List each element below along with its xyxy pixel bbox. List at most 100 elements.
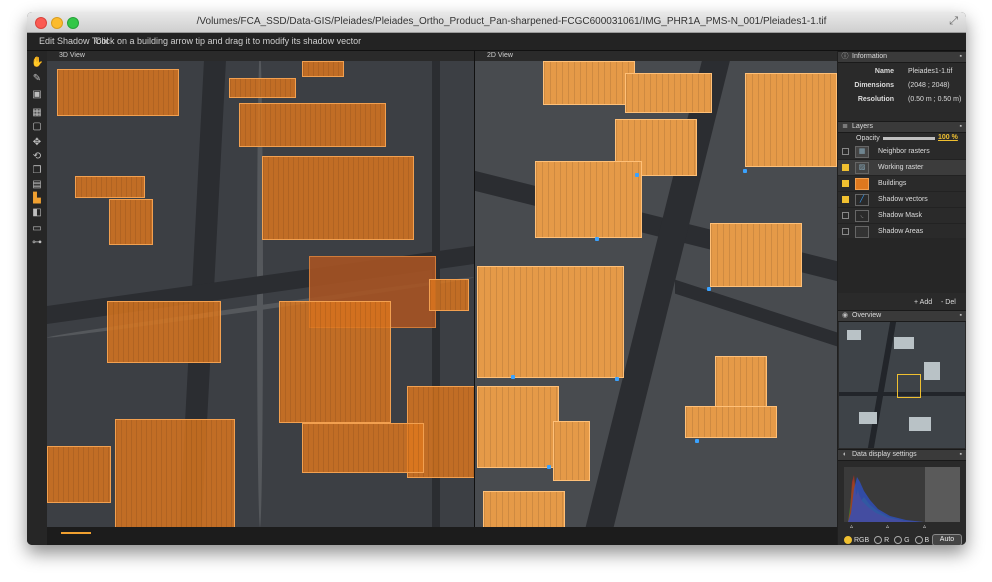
shadow-vector-tip[interactable] bbox=[595, 237, 599, 241]
building-icon bbox=[855, 178, 869, 190]
edit-shadow-tool-icon[interactable]: ▙ bbox=[31, 193, 43, 205]
close-window-button[interactable] bbox=[35, 17, 47, 29]
layers-icon[interactable]: ▤ bbox=[31, 179, 43, 191]
add-layer-button[interactable]: + Add bbox=[914, 299, 932, 306]
layer-checkbox[interactable] bbox=[842, 164, 849, 171]
layer-shadow-vectors[interactable]: ╱ Shadow vectors bbox=[838, 192, 966, 208]
building-overlay[interactable] bbox=[477, 266, 624, 378]
building-overlay[interactable] bbox=[262, 156, 414, 240]
building-overlay[interactable] bbox=[553, 421, 590, 481]
building-overlay[interactable] bbox=[107, 301, 221, 363]
building-overlay[interactable] bbox=[477, 386, 559, 468]
ruler-icon[interactable]: ▭ bbox=[31, 223, 43, 235]
2d-view-canvas[interactable]: 2D View bbox=[475, 51, 837, 527]
progress-indicator bbox=[61, 532, 91, 534]
radio-b[interactable] bbox=[914, 536, 923, 544]
layers-header[interactable]: ≣ Layers ▪ bbox=[838, 121, 966, 133]
building-overlay[interactable] bbox=[302, 61, 344, 77]
minimize-window-button[interactable] bbox=[51, 17, 63, 29]
channel-label: RGB bbox=[854, 536, 870, 544]
radio-r[interactable] bbox=[874, 536, 883, 544]
opacity-slider[interactable] bbox=[883, 137, 935, 140]
layer-name: Neighbor rasters bbox=[878, 148, 930, 155]
shadow-vector-tip[interactable] bbox=[695, 439, 699, 443]
building-overlay[interactable] bbox=[47, 446, 111, 503]
building-overlay[interactable] bbox=[625, 73, 712, 113]
building-overlay[interactable] bbox=[229, 78, 296, 98]
measure-icon[interactable]: ⊶ bbox=[31, 237, 43, 249]
move-icon[interactable]: ✥ bbox=[31, 137, 43, 149]
fullscreen-icon[interactable]: ⤢ bbox=[949, 15, 958, 28]
pen-icon[interactable]: ✎ bbox=[31, 73, 43, 85]
shadow-vector-tip[interactable] bbox=[743, 169, 747, 173]
rotate-icon[interactable]: ⟲ bbox=[31, 151, 43, 163]
black-point-handle[interactable]: ▵ bbox=[850, 523, 853, 530]
white-point-handle[interactable]: ▵ bbox=[923, 523, 926, 530]
building-overlay[interactable] bbox=[535, 161, 642, 238]
building-overlay[interactable] bbox=[429, 279, 469, 311]
overview-road bbox=[867, 322, 897, 448]
layer-checkbox[interactable] bbox=[842, 196, 849, 203]
layer-name: Shadow Areas bbox=[878, 228, 924, 235]
building-overlay[interactable] bbox=[745, 73, 837, 167]
overview-map[interactable] bbox=[839, 322, 965, 448]
road bbox=[675, 279, 837, 347]
hand-pan-icon[interactable]: ✋ bbox=[31, 57, 43, 69]
shadow-vector-tip[interactable] bbox=[511, 375, 515, 379]
building-overlay[interactable] bbox=[543, 61, 635, 105]
shadow-vector-tip[interactable] bbox=[635, 173, 639, 177]
building-overlay[interactable] bbox=[483, 491, 565, 527]
building-overlay[interactable] bbox=[115, 419, 235, 527]
grid-select-icon[interactable]: ▦ bbox=[31, 107, 43, 119]
histogram[interactable] bbox=[844, 467, 960, 522]
data-display-header[interactable]: ◐ Data display settings ▪ bbox=[838, 449, 966, 461]
3d-view-canvas[interactable]: 3D View bbox=[47, 51, 474, 527]
layer-working-raster[interactable]: ▨ Working raster bbox=[838, 160, 966, 176]
building-overlay[interactable] bbox=[685, 406, 777, 438]
delete-layer-button[interactable]: - Del bbox=[941, 299, 956, 306]
tool-palette: ✋ ✎ ▣ ▦ ▢ ✥ ⟲ ❐ ▤ ▙ ◧ ▭ ⊶ bbox=[27, 51, 48, 545]
layers-icon: ≣ bbox=[842, 123, 848, 130]
channel-label: B bbox=[924, 536, 930, 544]
collapse-icon[interactable]: ▪ bbox=[960, 52, 962, 62]
collapse-icon[interactable]: ▪ bbox=[960, 450, 962, 460]
building-overlay[interactable] bbox=[710, 223, 802, 287]
layer-shadow-mask[interactable]: ◟ Shadow Mask bbox=[838, 208, 966, 224]
radio-g[interactable] bbox=[894, 536, 903, 544]
layer-checkbox[interactable] bbox=[842, 212, 849, 219]
overview-header[interactable]: ◉ Overview ▪ bbox=[838, 310, 966, 322]
auto-button[interactable]: Auto bbox=[932, 534, 962, 545]
building-overlay[interactable] bbox=[302, 423, 424, 473]
shadow-vector-tip[interactable] bbox=[547, 465, 551, 469]
layer-buildings[interactable]: Buildings bbox=[838, 176, 966, 192]
copy-icon[interactable]: ❐ bbox=[31, 165, 43, 177]
layer-checkbox[interactable] bbox=[842, 228, 849, 235]
overview-viewport-box[interactable] bbox=[897, 374, 921, 398]
zoom-window-button[interactable] bbox=[67, 17, 79, 29]
layer-name: Shadow Mask bbox=[878, 212, 922, 219]
building-overlay[interactable] bbox=[715, 356, 767, 408]
3d-view-label: 3D View bbox=[47, 51, 474, 61]
frame-icon[interactable]: ▢ bbox=[31, 121, 43, 133]
opacity-value: 100 % bbox=[938, 134, 958, 141]
zoom-region-icon[interactable]: ▣ bbox=[31, 89, 43, 101]
gamma-handle[interactable]: ▵ bbox=[886, 523, 889, 530]
layer-checkbox[interactable] bbox=[842, 180, 849, 187]
building-overlay[interactable] bbox=[279, 301, 391, 423]
building-overlay[interactable] bbox=[109, 199, 153, 245]
shadow-vector-tip[interactable] bbox=[707, 287, 711, 291]
building-overlay[interactable] bbox=[75, 176, 145, 198]
collapse-icon[interactable]: ▪ bbox=[960, 311, 962, 321]
building-overlay[interactable] bbox=[239, 103, 386, 147]
information-title: Information bbox=[852, 53, 888, 60]
building-overlay[interactable] bbox=[57, 69, 179, 116]
collapse-icon[interactable]: ▪ bbox=[960, 122, 962, 132]
info-row-resolution: Resolution (0.50 m ; 0.50 m) bbox=[838, 96, 966, 108]
channel-label: G bbox=[904, 536, 910, 544]
layer-neighbor-rasters[interactable]: ▦ Neighbor rasters bbox=[838, 144, 966, 160]
radio-rgb[interactable] bbox=[844, 536, 852, 544]
shadow-vector-tip[interactable] bbox=[615, 377, 619, 381]
shadow-building-icon[interactable]: ◧ bbox=[31, 207, 43, 219]
information-header[interactable]: ⓘ Information ▪ bbox=[838, 51, 966, 63]
layer-checkbox[interactable] bbox=[842, 148, 849, 155]
